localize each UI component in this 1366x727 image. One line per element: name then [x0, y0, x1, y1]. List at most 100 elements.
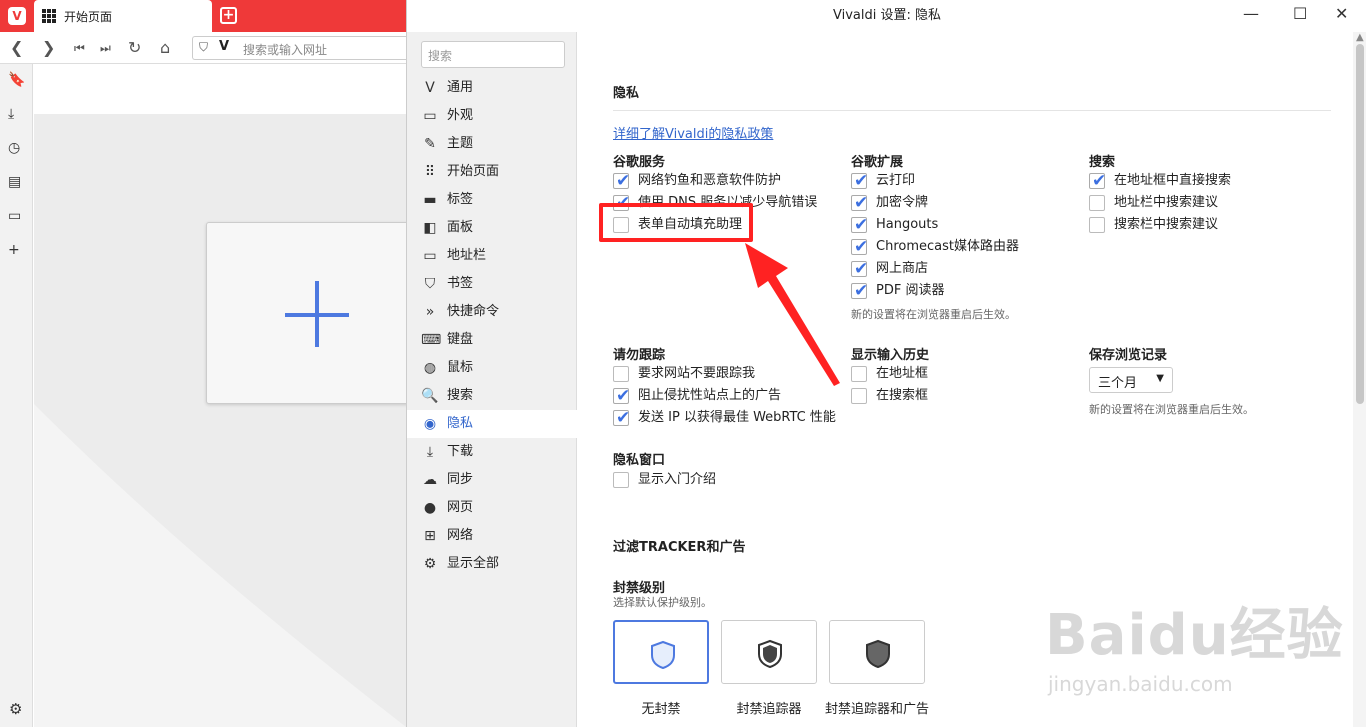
nav-item-3[interactable]: ⠿ 开始页面 [407, 158, 577, 186]
bookmark-icon: ⛉ [424, 276, 436, 292]
nav-item-label: 键盘 [447, 332, 474, 347]
checkbox[interactable] [613, 366, 629, 382]
settings-nav: 搜索 V 通用 ▭ 外观 ✎ 主题 ⠿ 开始页面 ▬ 标签 ◧ 面板 ▭ 地址栏 ⛉ 书签 » 快捷命令 ⌨ 键盘 ◍ 鼠… [407, 32, 577, 727]
scroll-up-icon[interactable]: ▲ [1356, 32, 1364, 43]
window-panel-icon[interactable]: ▭ [8, 208, 21, 224]
nav-item-17[interactable]: ⚙ 显示全部 [407, 550, 577, 578]
checkbox[interactable]: ✔ [851, 193, 868, 213]
tab-start-page[interactable]: 开始页面 [34, 0, 212, 32]
new-tab-button[interactable]: + [220, 7, 237, 24]
back-icon[interactable]: ❮ [10, 38, 23, 57]
grid-icon: ⠿ [424, 164, 436, 180]
download-icon: ⤓ [426, 444, 434, 460]
checkbox[interactable]: ✔ [851, 237, 868, 257]
mouse-icon: ◍ [423, 360, 437, 376]
privacy-policy-link[interactable]: 详细了解Vivaldi的隐私政策 [613, 123, 773, 142]
nav-item-14[interactable]: ☁ 同步 [407, 466, 577, 494]
vivaldi-menu-icon[interactable]: V [8, 7, 26, 25]
settings-search-input[interactable]: 搜索 [421, 41, 565, 68]
nav-item-10[interactable]: ◍ 鼠标 [407, 354, 577, 382]
history-duration-select[interactable]: 三个月 ▼ [1089, 367, 1173, 393]
nav-item-13[interactable]: ⤓ 下载 [407, 438, 577, 466]
nav-item-11[interactable]: 🔍 搜索 [407, 382, 577, 410]
close-icon[interactable]: ✕ [1335, 4, 1348, 23]
nav-item-9[interactable]: ⌨ 键盘 [407, 326, 577, 354]
url-field[interactable]: ⛉ V 搜索或输入网址 [192, 36, 406, 60]
tab-icon: ▬ [423, 192, 437, 208]
nav-item-7[interactable]: ⛉ 书签 [407, 270, 577, 298]
checkbox-label: PDF 阅读器 [876, 283, 945, 298]
nav-item-0[interactable]: V 通用 [407, 74, 577, 102]
nav-item-15[interactable]: ● 网页 [407, 494, 577, 522]
checkbox[interactable]: ✔ [851, 259, 869, 279]
nav-item-4[interactable]: ▬ 标签 [407, 186, 577, 214]
grid-icon [42, 9, 56, 23]
checkbox-label: Chromecast媒体路由器 [876, 239, 1019, 254]
google-extensions-heading: 谷歌扩展 [851, 155, 904, 170]
watermark-logo: Baidu经验 [1045, 603, 1344, 668]
shield-half-icon [758, 639, 782, 669]
add-panel-icon[interactable]: + [8, 242, 20, 258]
block-option-none[interactable] [613, 620, 709, 684]
nav-item-label: 面板 [447, 220, 474, 235]
checkbox-label: 网上商店 [876, 261, 929, 276]
checkbox[interactable]: ✔ [613, 408, 630, 428]
checkbox-label: 搜索栏中搜索建议 [1114, 217, 1219, 232]
download-panel-icon[interactable]: ⤓ [8, 106, 14, 122]
nav-item-6[interactable]: ▭ 地址栏 [407, 242, 577, 270]
search-icon: 🔍 [421, 388, 439, 404]
address-bar: ❮ ❯ ⏮ ⏭ ↻ ⌂ ⛉ V 搜索或输入网址 [0, 32, 406, 64]
checkbox[interactable]: ✔ [851, 215, 868, 235]
tab-bar: V 开始页面 + [0, 0, 406, 32]
vivaldi-icon: V [425, 80, 435, 96]
nav-item-2[interactable]: ✎ 主题 [407, 130, 577, 158]
nav-item-1[interactable]: ▭ 外观 [407, 102, 577, 130]
nav-item-5[interactable]: ◧ 面板 [407, 214, 577, 242]
home-icon[interactable]: ⌂ [160, 38, 170, 57]
history-panel-icon[interactable]: ◷ [8, 140, 20, 156]
checkbox[interactable] [1089, 217, 1105, 233]
block-option-trackers[interactable] [721, 620, 817, 684]
settings-scrollbar[interactable]: ▲ [1353, 32, 1366, 727]
forward-icon[interactable]: ❯ [42, 38, 55, 57]
history-heading: 保存浏览记录 [1089, 348, 1168, 363]
checkbox[interactable]: ✔ [1089, 171, 1106, 191]
fast-forward-icon[interactable]: ⏭ [100, 41, 111, 56]
nav-item-label: 开始页面 [447, 164, 500, 179]
checkbox[interactable] [613, 472, 629, 488]
nav-item-label: 下载 [447, 444, 474, 459]
reload-icon[interactable]: ↻ [128, 38, 141, 57]
block-level-sub: 选择默认保护级别。 [613, 596, 712, 609]
annotation-highlight-box [599, 203, 753, 242]
shield-full-icon [866, 639, 890, 669]
checkbox-label: 云打印 [876, 173, 916, 188]
checkbox[interactable]: ✔ [851, 171, 868, 191]
notes-panel-icon[interactable]: ▤ [8, 174, 21, 190]
nav-item-8[interactable]: » 快捷命令 [407, 298, 577, 326]
keyboard-icon: ⌨ [421, 332, 442, 348]
checkbox-label: Hangouts [876, 217, 939, 232]
checkbox[interactable] [1089, 195, 1105, 211]
maximize-icon[interactable]: ☐ [1293, 4, 1307, 23]
nav-item-label: 显示全部 [447, 556, 500, 571]
bookmark-panel-icon[interactable]: 🔖 [8, 72, 25, 88]
block-option-trackers-ads[interactable] [829, 620, 925, 684]
add-speed-dial-tile[interactable] [206, 222, 410, 404]
nav-item-16[interactable]: ⊞ 网络 [407, 522, 577, 550]
checkbox[interactable] [851, 388, 867, 404]
minimize-icon[interactable]: — [1243, 4, 1259, 23]
history-duration-value: 三个月 [1098, 376, 1138, 391]
settings-gear-icon[interactable]: ⚙ [9, 700, 22, 718]
checkbox[interactable]: ✔ [613, 171, 630, 191]
scrollbar-thumb[interactable] [1356, 44, 1364, 404]
nav-item-12[interactable]: ◉ 隐私 [407, 410, 577, 438]
checkbox[interactable]: ✔ [851, 281, 868, 301]
block-option-trackers-ads-label: 封禁追踪器和广告 [824, 702, 929, 717]
side-panel: 🔖 ⤓ ◷ ▤ ▭ + ⚙ [0, 64, 33, 727]
shield-icon[interactable]: ⛉ [199, 40, 208, 55]
rewind-icon[interactable]: ⏮ [74, 41, 85, 56]
checkmark-icon: ✔ [854, 259, 869, 279]
checkbox[interactable]: ✔ [613, 386, 630, 406]
window-title: Vivaldi 设置: 隐私 [833, 8, 941, 23]
checkbox[interactable] [851, 366, 867, 382]
